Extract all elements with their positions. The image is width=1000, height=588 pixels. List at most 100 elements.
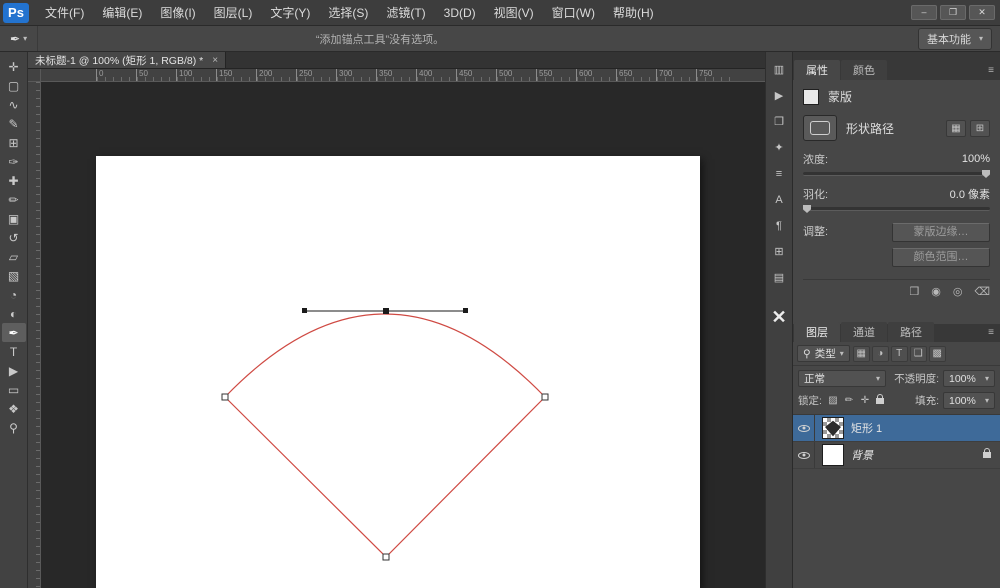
tool-brush[interactable]: ✏ <box>2 190 26 209</box>
selected-anchor-point[interactable] <box>383 308 389 314</box>
tool-type[interactable]: T <box>2 342 26 361</box>
tool-pen[interactable]: ✒ <box>1 323 26 342</box>
tool-blur[interactable]: ◔ <box>2 285 26 304</box>
layer-name[interactable]: 背景 <box>851 447 873 463</box>
tool-history-brush[interactable]: ↺ <box>2 228 26 247</box>
tool-move[interactable]: ✛ <box>2 57 26 76</box>
lock-row: 锁定: ▨ ✏ ✛ 填充: 100% ▾ <box>793 391 1000 415</box>
menu-item[interactable]: 视图(V) <box>485 0 543 26</box>
document-tab[interactable]: 未标题-1 @ 100% (矩形 1, RGB/8) * × <box>28 52 227 68</box>
menu-item[interactable]: 帮助(H) <box>604 0 663 26</box>
tool-quick-select[interactable]: ✎ <box>2 114 26 133</box>
tool-eraser[interactable]: ▱ <box>2 247 26 266</box>
mask-edge-button[interactable]: 蒙版边缘… <box>892 223 990 242</box>
anchor-points[interactable] <box>221 393 549 561</box>
restore-button[interactable]: ❐ <box>940 5 966 20</box>
density-slider[interactable] <box>803 170 990 178</box>
lock-option-icon[interactable]: ✏ <box>842 395 856 406</box>
panel-history-icon[interactable]: ▥ <box>768 60 790 79</box>
layer-row-shape[interactable]: 矩形 1 <box>793 415 1000 442</box>
tool-healing[interactable]: ✚ <box>2 171 26 190</box>
lock-option-icon[interactable]: ▨ <box>826 395 840 406</box>
tool-gradient[interactable]: ▧ <box>2 266 26 285</box>
panel-styles-icon[interactable]: ❐ <box>768 112 790 131</box>
blend-mode-dropdown[interactable]: 正常 ▾ <box>798 370 886 387</box>
layer-row-background[interactable]: 背景 <box>793 442 1000 469</box>
fan-shape-outline[interactable] <box>224 313 546 558</box>
visibility-toggle[interactable] <box>793 415 815 441</box>
apply-mask-icon[interactable]: ◉ <box>931 285 941 298</box>
menu-item[interactable]: 滤镜(T) <box>377 0 434 26</box>
pixel-mask-button[interactable]: ▦ <box>946 119 966 137</box>
canvas-viewport[interactable] <box>41 82 765 588</box>
density-value[interactable]: 100% <box>962 153 990 165</box>
panel-info-icon[interactable]: ≡ <box>768 164 790 183</box>
tool-dodge[interactable]: ◐ <box>2 304 26 323</box>
visibility-toggle[interactable] <box>793 442 815 468</box>
lock-option-icon[interactable]: ✛ <box>858 395 872 406</box>
tools-panel: ✛ ▢ ∿ ✎ ⊞ ✑ ✚ ✏ ▣ ↺ ▱ ▧ ◔ ◐ ✒ T ▶ ▭ ❖ ⚲ <box>0 52 28 588</box>
tool-eyedropper[interactable]: ✑ <box>2 152 26 171</box>
menu-item[interactable]: 文件(F) <box>36 0 93 26</box>
panel-adjustments-icon[interactable]: ✦ <box>768 138 790 157</box>
tool-marquee[interactable]: ▢ <box>2 76 26 95</box>
minimize-button[interactable]: – <box>911 5 937 20</box>
panel-clone-source-icon[interactable]: ⊞ <box>768 242 790 261</box>
menu-item[interactable]: 编辑(E) <box>93 0 151 26</box>
delete-mask-icon[interactable]: ⌫ <box>974 285 990 298</box>
panel-character-icon[interactable]: A <box>768 190 790 209</box>
menu-item[interactable]: 图层(L) <box>205 0 262 26</box>
tool-zoom[interactable]: ⚲ <box>2 418 26 437</box>
disable-mask-icon[interactable]: ◎ <box>953 285 963 298</box>
fill-dropdown[interactable]: 100% ▾ <box>943 392 995 409</box>
menu-item[interactable]: 图像(I) <box>151 0 204 26</box>
canvas[interactable] <box>96 156 700 588</box>
tool-preset-picker[interactable]: ✒ ▾ <box>0 26 39 51</box>
feather-slider-knob[interactable] <box>803 205 811 213</box>
layer-thumbnail[interactable] <box>822 444 844 466</box>
menu-item[interactable]: 文字(Y) <box>261 0 319 26</box>
panel-menu-icon[interactable]: ≡ <box>988 65 994 76</box>
vector-mask-button[interactable]: ⊞ <box>970 119 990 137</box>
layer-filter-icon[interactable]: T <box>890 345 908 362</box>
shape-path-thumbnail[interactable] <box>803 115 837 141</box>
panel-histogram-icon[interactable]: ▤ <box>768 268 790 287</box>
tool-lasso[interactable]: ∿ <box>2 95 26 114</box>
mask-thumbnail[interactable] <box>803 88 819 105</box>
layer-thumbnail[interactable] <box>822 417 844 439</box>
canvas-shape-path[interactable] <box>96 156 700 588</box>
panel-menu-icon[interactable]: ≡ <box>988 327 994 338</box>
layer-filter-icon[interactable]: ▦ <box>852 345 870 362</box>
workspace-switcher-button[interactable]: 基本功能 ▾ <box>917 27 992 50</box>
layer-filter-type-dropdown[interactable]: ⚲ 类型 ▾ <box>797 345 850 362</box>
feather-slider[interactable] <box>803 205 990 213</box>
tool-path-select[interactable]: ▶ <box>2 361 26 380</box>
feather-value[interactable]: 0.0 像素 <box>950 186 990 202</box>
menu-item[interactable]: 窗口(W) <box>543 0 604 26</box>
panel-tab[interactable]: 颜色 <box>841 60 887 80</box>
layer-filter-icon[interactable]: ◑ <box>871 345 889 362</box>
opacity-dropdown[interactable]: 100% ▾ <box>943 370 995 387</box>
color-range-button[interactable]: 颜色范围… <box>892 248 990 267</box>
panel-tab[interactable]: 属性 <box>794 60 840 80</box>
panel-tab[interactable]: 图层 <box>794 322 840 342</box>
tool-clone-stamp[interactable]: ▣ <box>2 209 26 228</box>
tab-close-icon[interactable]: × <box>212 55 218 66</box>
load-selection-icon[interactable]: ❒ <box>909 285 919 298</box>
panel-paragraph-icon[interactable]: ¶ <box>768 216 790 235</box>
panel-close-icon[interactable]: ✕ <box>768 307 790 327</box>
tool-shape[interactable]: ▭ <box>2 380 26 399</box>
menu-item[interactable]: 3D(D) <box>435 0 485 26</box>
panel-tab[interactable]: 通道 <box>841 322 887 342</box>
close-button[interactable]: ✕ <box>969 5 995 20</box>
layer-filter-icon[interactable]: ▩ <box>928 345 946 362</box>
density-slider-knob[interactable] <box>982 170 990 178</box>
menu-item[interactable]: 选择(S) <box>319 0 377 26</box>
lock-all-icon[interactable] <box>875 393 884 404</box>
panel-tab[interactable]: 路径 <box>888 322 934 342</box>
panel-actions-icon[interactable]: ▶ <box>768 86 790 105</box>
tool-hand[interactable]: ❖ <box>2 399 26 418</box>
layer-name[interactable]: 矩形 1 <box>851 420 882 436</box>
tool-crop[interactable]: ⊞ <box>2 133 26 152</box>
layer-filter-icon[interactable]: ❑ <box>909 345 927 362</box>
